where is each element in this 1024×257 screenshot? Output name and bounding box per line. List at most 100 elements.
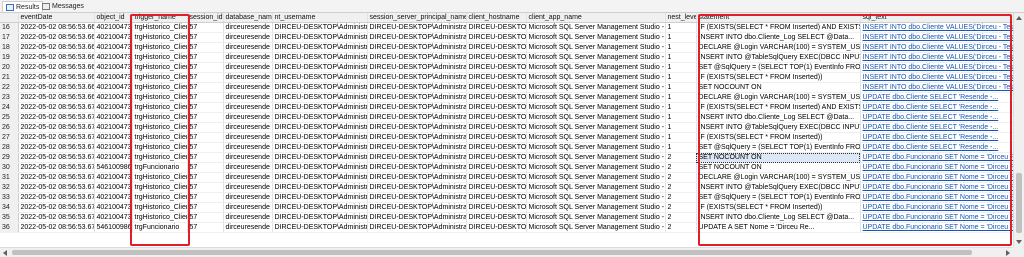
table-cell[interactable]: DIRCEU-DESKTOP\Administrator — [367, 42, 467, 53]
table-cell[interactable]: DIRCEU-DESKTOP\Administrator — [367, 202, 467, 213]
table-cell[interactable]: dirceuresende — [223, 142, 273, 153]
table-cell[interactable]: 402100473 — [94, 192, 133, 203]
table-cell[interactable]: trgHistorico_Cliente — [132, 192, 188, 203]
row-number[interactable]: 25 — [0, 112, 19, 123]
tab-messages[interactable]: Messages — [42, 1, 84, 11]
column-header[interactable]: nt_username — [272, 13, 368, 23]
table-cell[interactable]: trgHistorico_Cliente — [132, 212, 188, 223]
scroll-left-icon[interactable] — [3, 250, 7, 256]
table-cell[interactable]: DIRCEU-DESKTOP\Administrator — [272, 152, 368, 163]
table-cell[interactable]: 2022-05-02 08:56:53.670 — [18, 132, 95, 143]
table-cell[interactable]: DIRCEU-DESKTOP\Administrator — [367, 162, 467, 173]
table-cell[interactable]: DIRCEU-DESKTOP\Administrator — [367, 92, 467, 103]
column-header[interactable]: session_id — [187, 13, 224, 23]
table-cell[interactable]: Microsoft SQL Server Management Studio -… — [526, 162, 666, 173]
table-cell[interactable]: SET NOCOUNT ON — [696, 152, 861, 163]
table-cell[interactable]: trgHistorico_Cliente — [132, 202, 188, 213]
table-cell[interactable]: SET NOCOUNT ON — [696, 162, 861, 173]
table-cell[interactable]: UPDATE A SET Nome = 'Dirceu Re... — [696, 222, 861, 233]
table-cell[interactable]: 1 — [665, 42, 697, 53]
table-cell[interactable]: 2 — [665, 152, 697, 163]
table-cell[interactable]: DIRCEU-DESKTOP\Administrator — [367, 102, 467, 113]
table-cell[interactable]: DECLARE @Login VARCHAR(100) = SYSTEM_USE… — [696, 92, 861, 103]
sql-text-link[interactable]: INSERT INTO dbo.Cliente VALUES('Dirceu -… — [860, 72, 1013, 83]
table-cell[interactable]: dirceuresende — [223, 172, 273, 183]
table-cell[interactable]: 402100473 — [94, 22, 133, 33]
table-cell[interactable]: dirceuresende — [223, 102, 273, 113]
table-cell[interactable]: Microsoft SQL Server Management Studio -… — [526, 42, 666, 53]
table-cell[interactable]: 57 — [187, 72, 224, 83]
table-cell[interactable]: 57 — [187, 52, 224, 63]
table-cell[interactable]: IF (EXISTS(SELECT * FROM Inserted)) — [696, 72, 861, 83]
sql-text-link[interactable]: UPDATE dbo.Funcionario SET Nome = 'Dirce… — [860, 172, 1013, 183]
row-number[interactable]: 28 — [0, 142, 19, 153]
table-cell[interactable]: 1 — [665, 102, 697, 113]
table-cell[interactable]: dirceuresende — [223, 52, 273, 63]
table-cell[interactable]: 57 — [187, 102, 224, 113]
table-cell[interactable]: Microsoft SQL Server Management Studio -… — [526, 132, 666, 143]
table-cell[interactable]: 2022-05-02 08:56:53.667 — [18, 92, 95, 103]
column-header[interactable]: database_name — [223, 13, 273, 23]
table-cell[interactable]: INSERT INTO @TableSqlQuery EXEC(DBCC INP… — [696, 122, 861, 133]
table-cell[interactable]: DIRCEU-DESKTOP — [466, 112, 527, 123]
table-cell[interactable]: Microsoft SQL Server Management Studio -… — [526, 72, 666, 83]
table-cell[interactable]: DIRCEU-DESKTOP — [466, 132, 527, 143]
sql-text-link[interactable]: UPDATE dbo.Funcionario SET Nome = 'Dirce… — [860, 222, 1013, 233]
table-cell[interactable]: Microsoft SQL Server Management Studio -… — [526, 172, 666, 183]
sql-text-link[interactable]: UPDATE dbo.Cliente SELECT 'Resende -... — [860, 122, 1013, 133]
column-header[interactable]: object_id — [94, 13, 133, 23]
table-cell[interactable]: 57 — [187, 22, 224, 33]
table-cell[interactable]: 2022-05-02 08:56:53.667 — [18, 82, 95, 93]
scroll-down-icon[interactable] — [1016, 240, 1022, 244]
sql-text-link[interactable]: INSERT INTO dbo.Cliente VALUES('Dirceu -… — [860, 82, 1013, 93]
table-row[interactable]: 25 2022-05-02 08:56:53.670 402100473 trgHis… — [0, 112, 1013, 123]
row-number[interactable]: 34 — [0, 202, 19, 213]
table-cell[interactable]: dirceuresende — [223, 182, 273, 193]
scroll-right-icon[interactable] — [1006, 250, 1010, 256]
table-cell[interactable]: DIRCEU-DESKTOP\Administrator — [272, 172, 368, 183]
table-cell[interactable]: dirceuresende — [223, 42, 273, 53]
table-cell[interactable]: INSERT INTO dbo.Cliente_Log SELECT @Data… — [696, 32, 861, 43]
vertical-scroll-thumb[interactable] — [1016, 173, 1022, 233]
table-cell[interactable]: 2 — [665, 172, 697, 183]
table-cell[interactable]: DIRCEU-DESKTOP — [466, 42, 527, 53]
table-cell[interactable]: 402100473 — [94, 152, 133, 163]
table-cell[interactable]: 57 — [187, 32, 224, 43]
table-cell[interactable]: 2022-05-02 08:56:53.670 — [18, 142, 95, 153]
row-number[interactable]: 30 — [0, 162, 19, 173]
table-cell[interactable]: DIRCEU-DESKTOP\Administrator — [367, 122, 467, 133]
table-row[interactable]: 24 2022-05-02 08:56:53.670 402100473 trgHis… — [0, 102, 1013, 113]
sql-text-link[interactable]: UPDATE dbo.Funcionario SET Nome = 'Dirce… — [860, 182, 1013, 193]
table-cell[interactable]: Microsoft SQL Server Management Studio -… — [526, 62, 666, 73]
table-cell[interactable]: DIRCEU-DESKTOP — [466, 92, 527, 103]
table-cell[interactable]: DIRCEU-DESKTOP\Administrator — [367, 142, 467, 153]
table-cell[interactable]: DIRCEU-DESKTOP — [466, 212, 527, 223]
row-number[interactable]: 24 — [0, 102, 19, 113]
sql-text-link[interactable]: UPDATE dbo.Cliente SELECT 'Resende -... — [860, 142, 1013, 153]
table-cell[interactable]: 402100473 — [94, 82, 133, 93]
table-cell[interactable]: Microsoft SQL Server Management Studio -… — [526, 202, 666, 213]
table-row[interactable]: 35 2022-05-02 08:56:53.670 402100473 trgHis… — [0, 212, 1013, 223]
table-cell[interactable]: dirceuresende — [223, 212, 273, 223]
table-cell[interactable]: trgHistorico_Cliente — [132, 172, 188, 183]
table-cell[interactable]: dirceuresende — [223, 132, 273, 143]
table-cell[interactable]: Microsoft SQL Server Management Studio -… — [526, 22, 666, 33]
table-cell[interactable]: 57 — [187, 92, 224, 103]
sql-text-link[interactable]: UPDATE dbo.Cliente SELECT 'Resende -... — [860, 102, 1013, 113]
table-cell[interactable]: DIRCEU-DESKTOP\Administrator — [272, 72, 368, 83]
table-cell[interactable]: 402100473 — [94, 142, 133, 153]
table-cell[interactable]: trgHistorico_Cliente — [132, 52, 188, 63]
table-cell[interactable]: IF (EXISTS(SELECT * FROM Inserted) AND E… — [696, 22, 861, 33]
table-cell[interactable]: 57 — [187, 162, 224, 173]
table-cell[interactable]: DIRCEU-DESKTOP\Administrator — [272, 52, 368, 63]
table-cell[interactable]: 57 — [187, 212, 224, 223]
table-cell[interactable]: SET @SqlQuery = (SELECT TOP(1) EventInfo… — [696, 192, 861, 203]
table-cell[interactable]: DIRCEU-DESKTOP\Administrator — [272, 132, 368, 143]
table-cell[interactable]: 2022-05-02 08:56:53.670 — [18, 122, 95, 133]
table-cell[interactable]: DIRCEU-DESKTOP\Administrator — [272, 42, 368, 53]
table-cell[interactable]: DIRCEU-DESKTOP — [466, 192, 527, 203]
table-cell[interactable]: 2022-05-02 08:56:53.660 — [18, 42, 95, 53]
table-cell[interactable]: 1 — [665, 142, 697, 153]
table-cell[interactable]: trgHistorico_Cliente — [132, 112, 188, 123]
table-cell[interactable]: DIRCEU-DESKTOP\Administrator — [367, 82, 467, 93]
